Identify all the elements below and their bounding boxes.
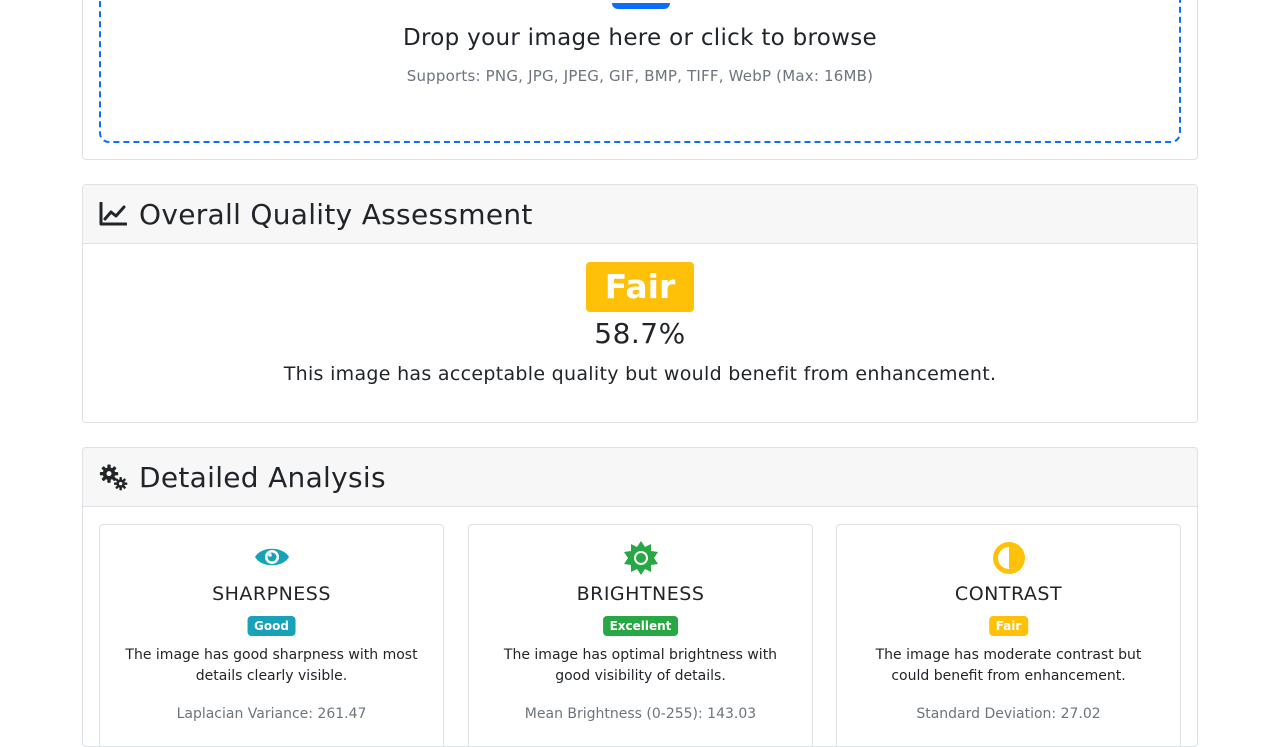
overall-quality-card: Overall Quality Assessment Fair 58.7% Th… — [82, 184, 1198, 423]
quality-description: This image has acceptable quality but wo… — [283, 363, 997, 385]
overall-quality-title: Overall Quality Assessment — [139, 197, 533, 231]
brightness-description: The image has optimal brightness with go… — [503, 647, 778, 684]
overall-quality-header: Overall Quality Assessment — [83, 185, 1197, 244]
quality-grade-badge: Fair — [586, 262, 694, 312]
sharpness-rating-badge: Good — [247, 616, 296, 636]
sharpness-title: SHARPNESS — [212, 583, 331, 605]
upload-icon-button[interactable] — [612, 3, 670, 9]
contrast-rating-badge: Fair — [988, 616, 1029, 636]
sharpness-description: The image has good sharpness with most d… — [125, 647, 418, 684]
sun-icon — [623, 541, 658, 575]
adjust-icon — [992, 542, 1025, 574]
contrast-title: CONTRAST — [954, 583, 1063, 605]
detailed-analysis-header: Detailed Analysis — [83, 448, 1197, 507]
upload-card: Drop your image here or click to browse … — [82, 0, 1198, 160]
cogs-icon — [99, 462, 129, 492]
brightness-metric-card: BRIGHTNESS Excellent The image has optim… — [468, 524, 813, 746]
chart-line-icon — [99, 199, 129, 229]
quality-score: 58.7% — [594, 317, 686, 350]
eye-icon — [254, 548, 289, 566]
dropzone-title: Drop your image here or click to browse — [403, 25, 877, 51]
image-dropzone[interactable]: Drop your image here or click to browse … — [99, 0, 1181, 143]
contrast-description: The image has moderate contrast but coul… — [875, 647, 1142, 684]
dropzone-supported-formats: Supports: PNG, JPG, JPEG, GIF, BMP, TIFF… — [406, 67, 874, 85]
brightness-rating-badge: Excellent — [602, 616, 679, 636]
brightness-title: BRIGHTNESS — [576, 583, 705, 605]
detailed-analysis-card: Detailed Analysis SHARPNESS Good The ima… — [82, 447, 1198, 747]
contrast-metric-card: CONTRAST Fair The image has moderate con… — [836, 524, 1181, 746]
detailed-analysis-title: Detailed Analysis — [139, 460, 386, 494]
sharpness-metric-card: SHARPNESS Good The image has good sharpn… — [99, 524, 444, 746]
